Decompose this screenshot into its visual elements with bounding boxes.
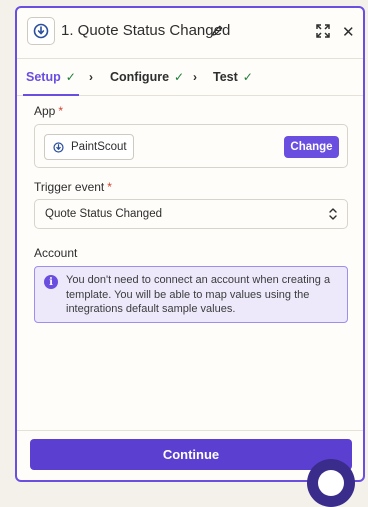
- tab-configure-label: Configure: [110, 70, 170, 84]
- paintscout-icon: [33, 23, 49, 39]
- trigger-event-label-text: Trigger event: [34, 180, 105, 194]
- chevron-right-icon: ›: [89, 70, 93, 84]
- account-info-text: You don't need to connect an account whe…: [66, 274, 331, 315]
- app-label: App *: [34, 104, 63, 118]
- app-label-text: App: [34, 104, 56, 118]
- required-mark: *: [58, 104, 64, 118]
- paintscout-icon: [53, 141, 64, 153]
- check-icon: ✓: [174, 70, 185, 84]
- info-icon: i: [44, 275, 58, 289]
- step-header: 1. Quote Status Changed ✕: [17, 8, 363, 58]
- close-icon[interactable]: ✕: [342, 25, 355, 40]
- trigger-event-select[interactable]: Quote Status Changed: [34, 199, 348, 229]
- app-logo: [27, 17, 55, 45]
- tab-configure[interactable]: Configure ✓: [110, 59, 184, 95]
- step-title[interactable]: 1. Quote Status Changed: [61, 22, 230, 39]
- step-editor-panel: 1. Quote Status Changed ✕ Setup ✓ › Conf…: [15, 6, 365, 482]
- app-name: PaintScout: [71, 141, 127, 153]
- app-selector: PaintScout Change: [34, 124, 348, 168]
- tab-setup[interactable]: Setup ✓: [26, 59, 76, 95]
- account-info-notice: i You don't need to connect an account w…: [34, 266, 348, 323]
- account-label: Account: [34, 246, 78, 260]
- change-app-button[interactable]: Change: [284, 136, 339, 158]
- expand-icon[interactable]: [316, 24, 330, 43]
- trigger-event-label: Trigger event *: [34, 180, 112, 194]
- pencil-icon[interactable]: [211, 24, 224, 42]
- app-chip: PaintScout: [44, 134, 134, 160]
- chat-icon: [318, 470, 344, 496]
- check-icon: ✓: [242, 70, 253, 84]
- tab-test[interactable]: Test ✓: [213, 59, 253, 95]
- tab-setup-label: Setup: [26, 70, 61, 84]
- continue-button[interactable]: Continue: [30, 439, 352, 470]
- chevron-up-down-icon: [328, 207, 338, 226]
- check-icon: ✓: [65, 70, 76, 84]
- active-tab-indicator: [23, 94, 79, 96]
- required-mark: *: [107, 180, 112, 194]
- trigger-event-value: Quote Status Changed: [45, 208, 162, 220]
- chevron-right-icon: ›: [193, 70, 197, 84]
- tab-test-label: Test: [213, 70, 238, 84]
- step-tabs: Setup ✓ › Configure ✓ › Test ✓: [17, 58, 363, 96]
